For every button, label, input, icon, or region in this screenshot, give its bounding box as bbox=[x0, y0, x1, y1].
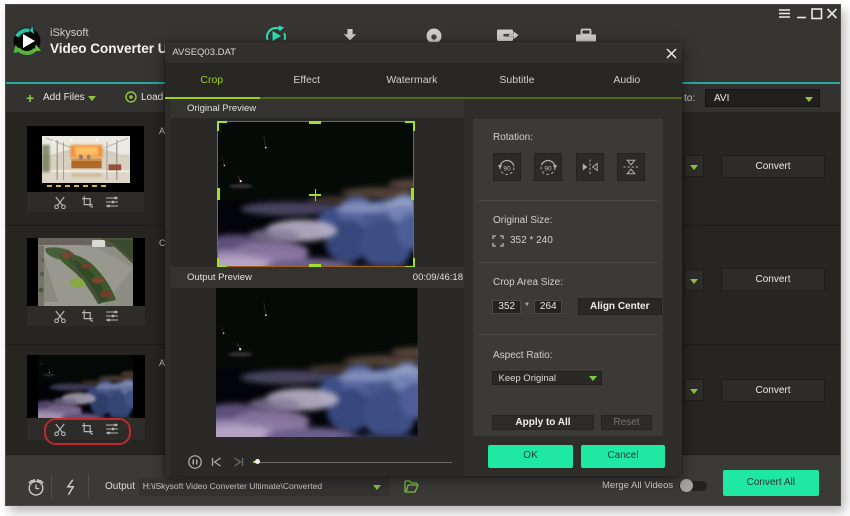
svg-text:90: 90 bbox=[545, 165, 553, 172]
svg-text:90: 90 bbox=[503, 165, 511, 172]
